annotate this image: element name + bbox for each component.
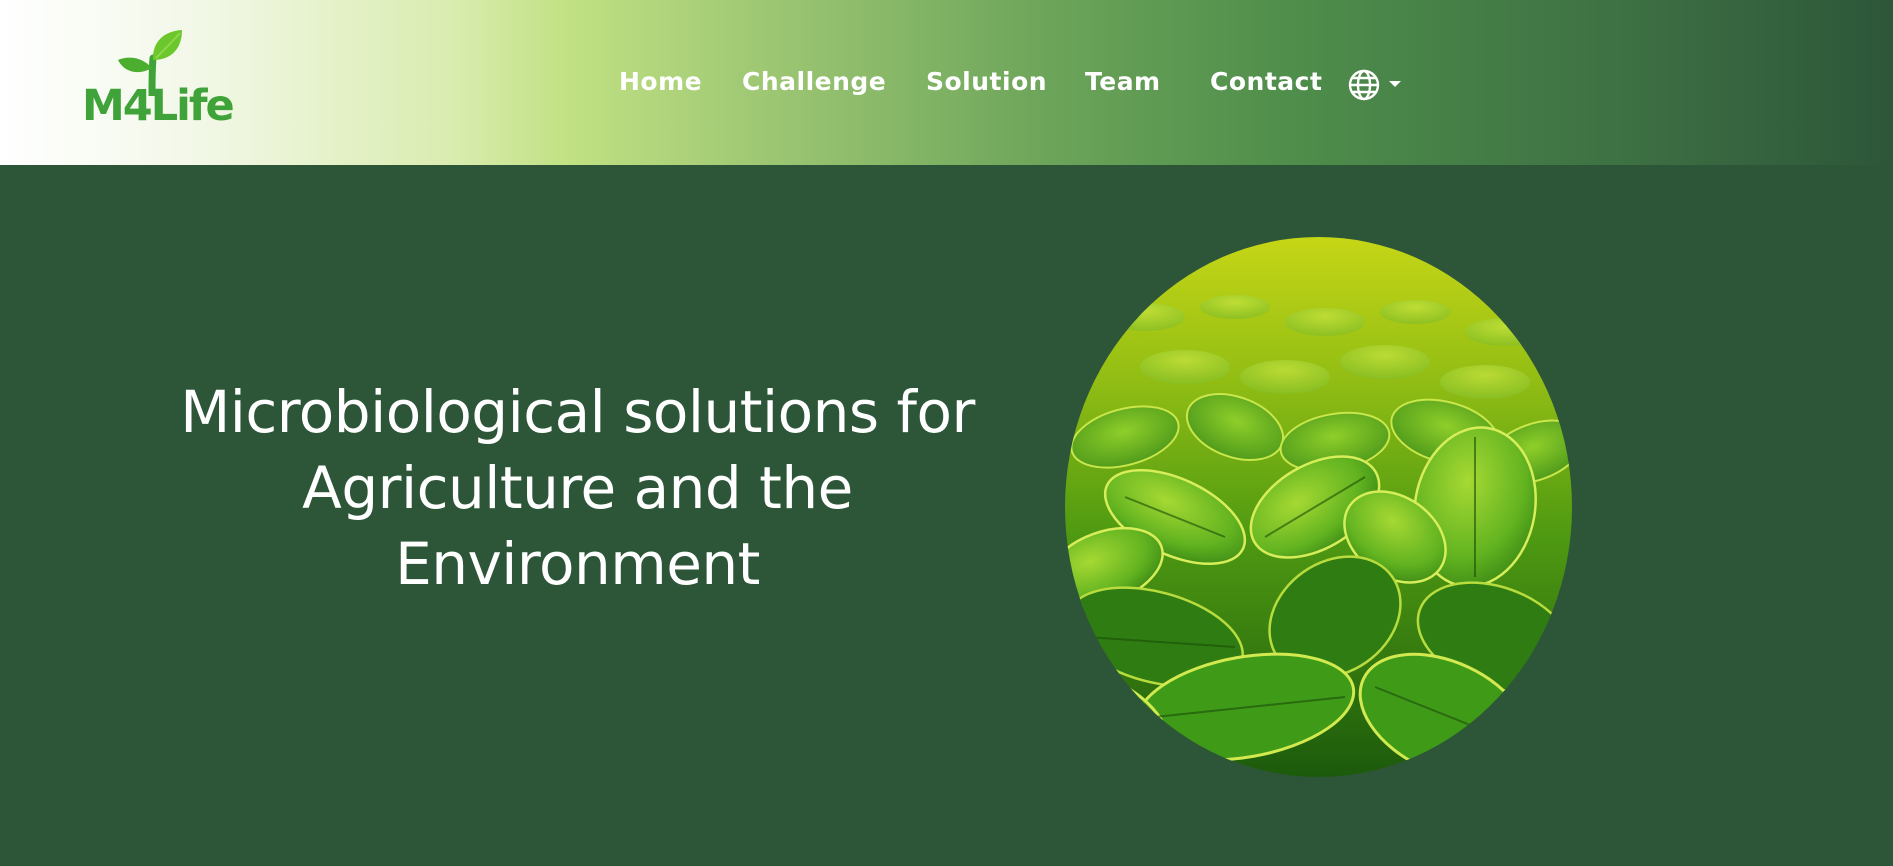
nav-home[interactable]: Home (619, 64, 702, 100)
nav-team[interactable]: Team (1085, 64, 1161, 100)
nav-contact[interactable]: Contact (1210, 64, 1322, 100)
nav-solution[interactable]: Solution (926, 64, 1047, 100)
language-selector[interactable] (1348, 68, 1404, 102)
globe-icon (1348, 69, 1401, 101)
nav-challenge[interactable]: Challenge (742, 64, 886, 100)
brand-logo[interactable]: M4Life (82, 28, 235, 138)
soybean-leaves-image (1065, 237, 1572, 777)
hero-title: Microbiological solutions for Agricultur… (180, 378, 975, 598)
site-header: M4Life Home Challenge Solution Team Cont… (0, 0, 1893, 165)
caret-down-icon (1389, 81, 1401, 87)
brand-name: M4Life (82, 81, 235, 131)
hero-image (1065, 237, 1572, 777)
